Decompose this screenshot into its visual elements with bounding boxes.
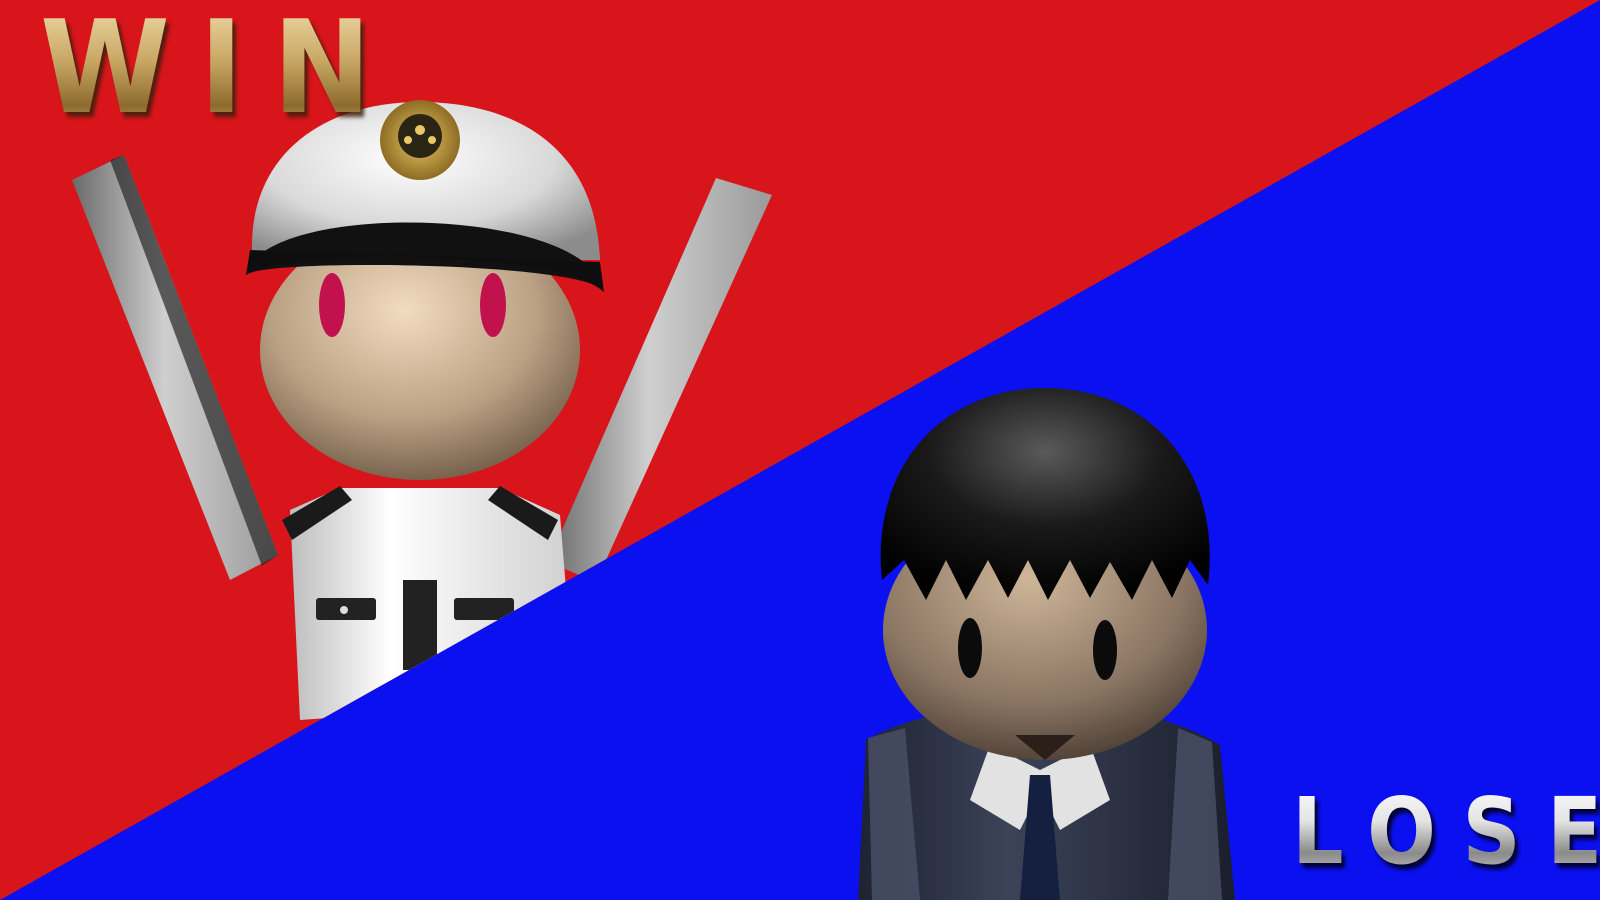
result-screen: WIN LOSE <box>0 0 1600 900</box>
officer-right-eye <box>480 273 506 337</box>
win-label: WIN <box>40 0 401 143</box>
suit-left-eye <box>958 618 982 678</box>
lose-label: LOSE <box>1292 778 1600 885</box>
loser-suit-character <box>858 388 1235 900</box>
officer-left-eye <box>319 273 345 337</box>
suit-right-eye <box>1093 620 1117 680</box>
